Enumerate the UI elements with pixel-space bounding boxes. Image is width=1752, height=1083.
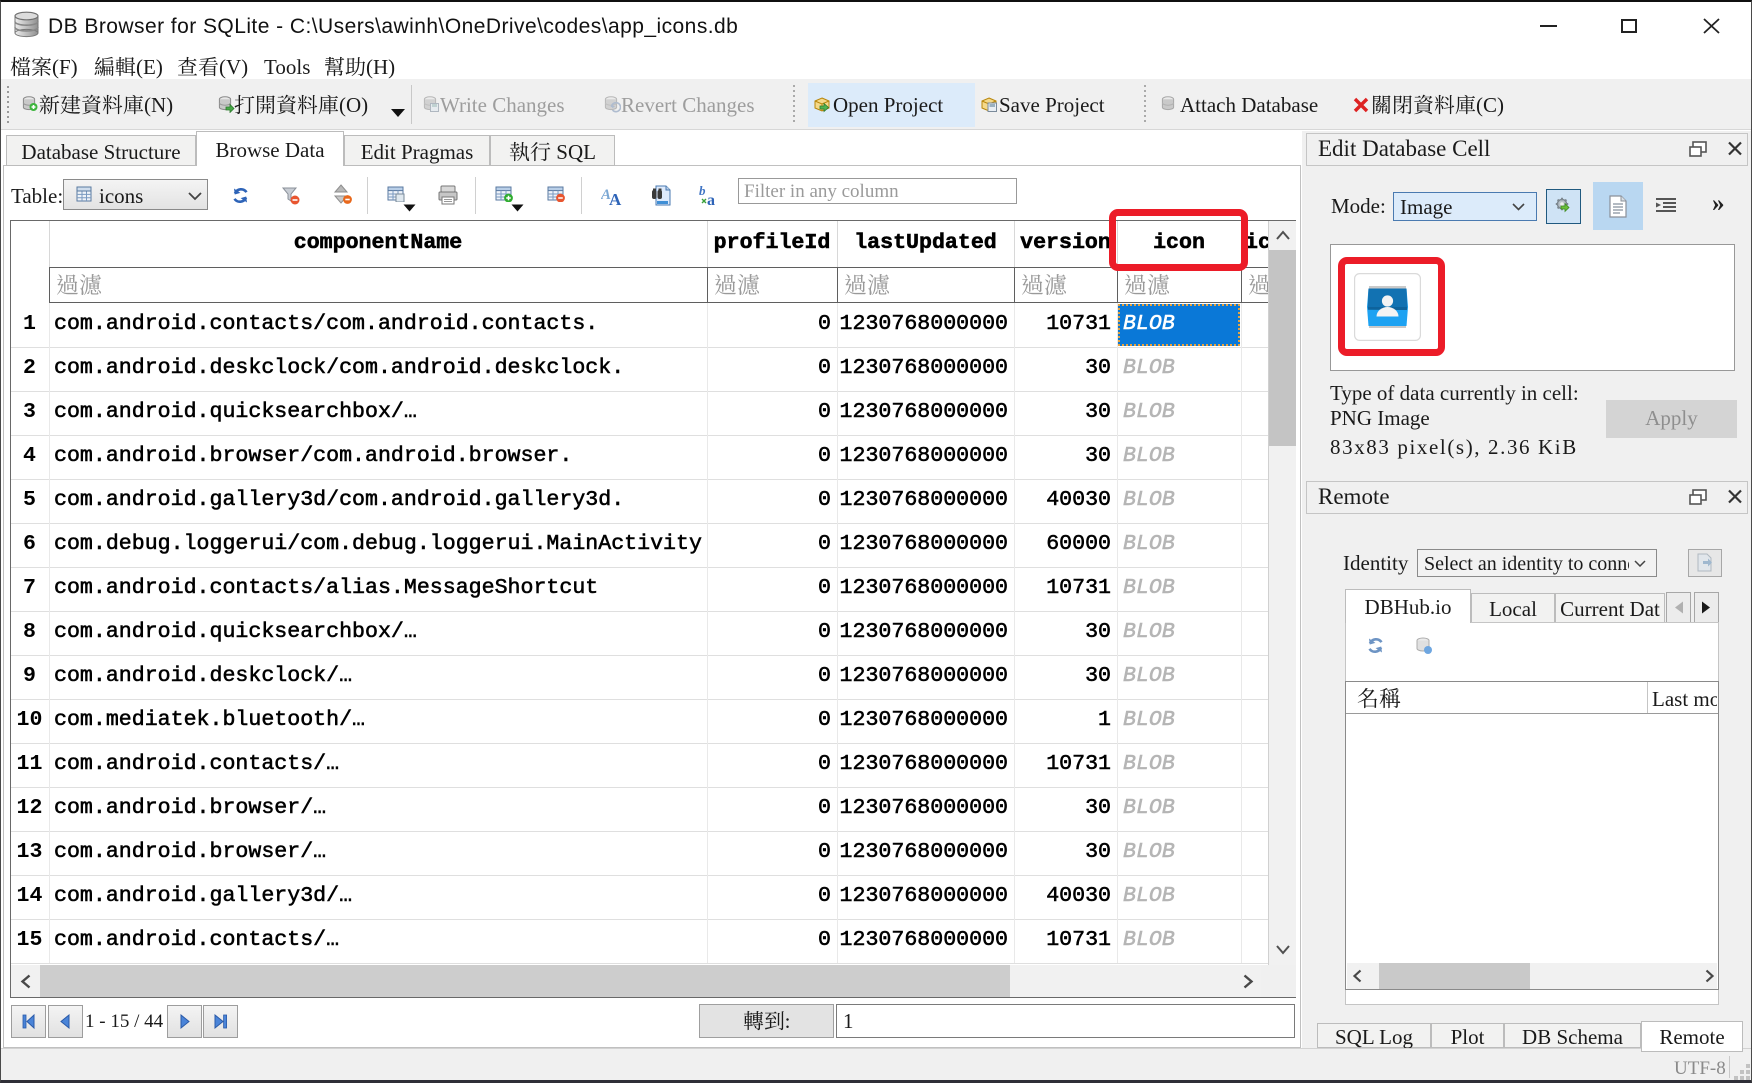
svg-text:A: A (609, 190, 622, 208)
svg-text:b: b (699, 185, 706, 198)
svg-text:a: a (707, 192, 715, 207)
